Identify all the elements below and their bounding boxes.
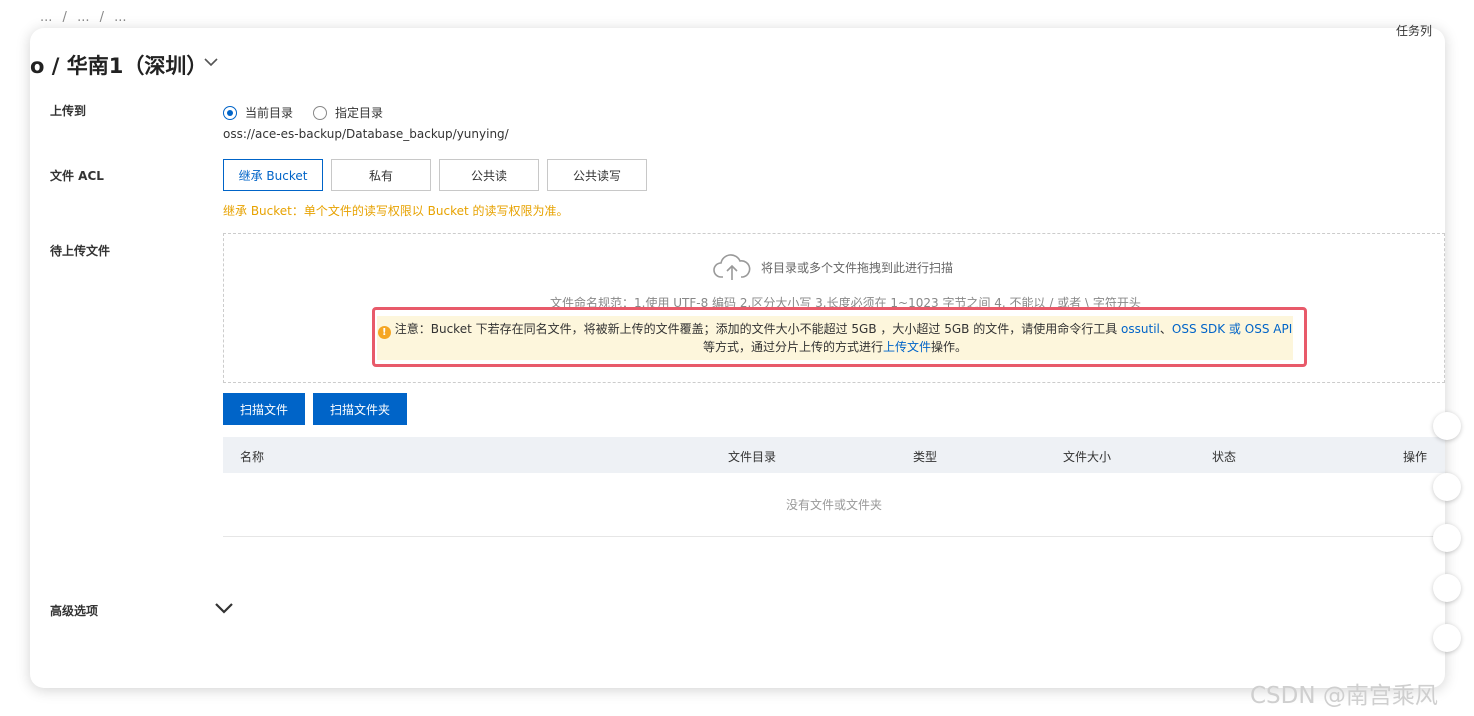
radio-label: 指定目录 [335, 106, 384, 120]
column-header-actions: 操作 [1403, 450, 1428, 464]
task-list-link[interactable]: 任务列 [1396, 22, 1432, 39]
chevron-down-icon[interactable] [203, 54, 219, 70]
side-tool-button[interactable] [1433, 524, 1461, 552]
acl-public-read-button[interactable]: 公共读 [439, 159, 539, 191]
column-header-status: 状态 [1212, 450, 1237, 464]
scan-file-button[interactable]: 扫描文件 [223, 393, 306, 425]
radio-checked-icon [223, 105, 237, 120]
csdn-watermark: CSDN @南宫乘风 [1250, 683, 1438, 709]
cloud-upload-icon [713, 254, 751, 280]
highlight-annotation [372, 307, 1307, 367]
chevron-down-icon[interactable] [213, 600, 235, 616]
acl-inherit-bucket-button[interactable]: 继承 Bucket [223, 159, 323, 191]
breadcrumb: ... / ... / ... [40, 10, 133, 25]
files-to-upload-label: 待上传文件 [50, 244, 111, 258]
radio-unchecked-icon [313, 105, 328, 120]
breadcrumb-item[interactable]: ... [77, 10, 89, 25]
column-header-type: 类型 [913, 450, 938, 464]
scan-folder-button[interactable]: 扫描文件夹 [313, 393, 408, 425]
upload-target-radio-group: 当前目录 指定目录 [223, 104, 383, 121]
scan-buttons: 扫描文件 扫描文件夹 [223, 393, 408, 425]
breadcrumb-item: ... [114, 10, 127, 25]
file-table-header: 名称 文件目录 类型 文件大小 状态 操作 [223, 437, 1445, 473]
upload-path: oss://ace-es-backup/Database_backup/yuny… [223, 127, 509, 141]
radio-specified-directory[interactable]: 指定目录 [313, 104, 383, 121]
column-header-directory: 文件目录 [728, 450, 777, 464]
empty-table-message: 没有文件或文件夹 [223, 473, 1445, 537]
advanced-options-label: 高级选项 [50, 604, 99, 618]
drop-zone-prompt: 将目录或多个文件拖拽到此进行扫描 [713, 253, 953, 281]
side-tool-button[interactable] [1433, 574, 1461, 602]
acl-hint: 继承 Bucket：单个文件的读写权限以 Bucket 的读写权限为准。 [223, 204, 569, 218]
side-tool-button[interactable] [1433, 473, 1461, 501]
radio-current-directory[interactable]: 当前目录 [223, 104, 293, 121]
page-title: o / 华南1（深圳） [30, 54, 208, 78]
column-header-size: 文件大小 [1063, 450, 1112, 464]
acl-private-button[interactable]: 私有 [331, 159, 431, 191]
side-tool-button[interactable] [1433, 412, 1461, 440]
upload-to-label: 上传到 [50, 104, 87, 118]
acl-public-read-write-button[interactable]: 公共读写 [547, 159, 647, 191]
drop-zone-text: 将目录或多个文件拖拽到此进行扫描 [761, 260, 954, 275]
breadcrumb-separator: / [99, 10, 105, 25]
side-tool-button[interactable] [1433, 624, 1461, 652]
breadcrumb-item[interactable]: ... [40, 10, 52, 25]
acl-selector: 继承 Bucket 私有 公共读 公共读写 [223, 159, 647, 191]
breadcrumb-separator: / [62, 10, 67, 25]
file-acl-label: 文件 ACL [50, 169, 104, 183]
radio-label: 当前目录 [245, 106, 294, 120]
column-header-name: 名称 [240, 450, 265, 464]
